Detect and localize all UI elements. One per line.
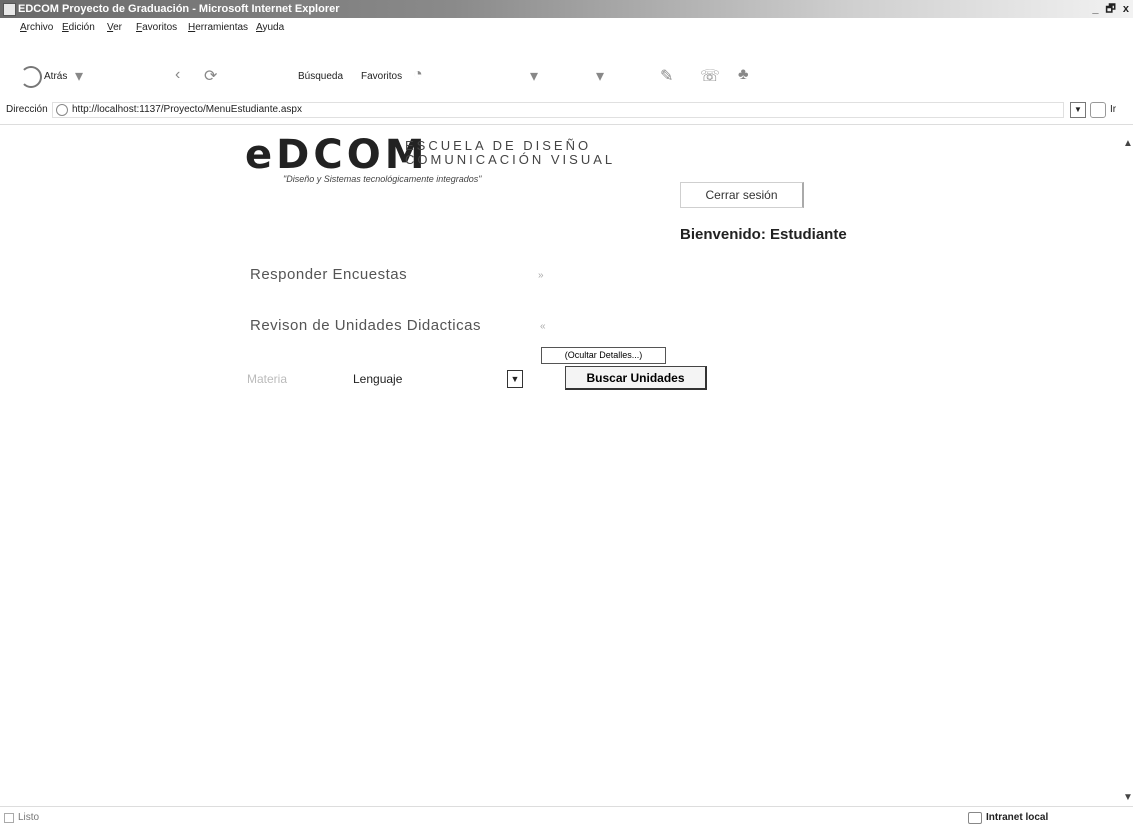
- menu-herramientas[interactable]: Herramientas: [188, 19, 248, 37]
- subject-label: Materia: [247, 372, 288, 386]
- discuss-icon[interactable]: ☏: [700, 66, 720, 86]
- surveys-link[interactable]: Responder Encuestas: [250, 266, 407, 283]
- search-button[interactable]: Búsqueda: [298, 71, 343, 82]
- expand-icon[interactable]: »: [538, 270, 544, 281]
- chevron-down-icon[interactable]: ▼: [507, 370, 523, 388]
- intranet-icon: [968, 812, 982, 824]
- vertical-scrollbar[interactable]: ▲ ▼: [1123, 130, 1133, 810]
- logo-brand: eDCOM: [245, 132, 429, 178]
- mail-dropdown-icon[interactable]: ▾: [530, 66, 538, 86]
- window-title: EDCOM Proyecto de Graduación - Microsoft…: [18, 3, 340, 15]
- ie-icon: [3, 3, 16, 16]
- status-bar: Listo Intranet local: [0, 808, 1133, 826]
- refresh-icon[interactable]: ⟳: [204, 66, 217, 86]
- back-button[interactable]: Atrás: [44, 71, 67, 82]
- menu-bar: Archivo Edición Ver Favoritos Herramient…: [0, 19, 1133, 37]
- page-icon: [56, 104, 68, 116]
- toolbar: Atrás ▾ ‹ ⟳ Búsqueda Favoritos ◔ ▾ ▾ ✎ ☏…: [0, 62, 1133, 92]
- menu-archivo[interactable]: Archivo: [20, 19, 53, 37]
- messenger-icon[interactable]: ♣: [738, 66, 749, 84]
- logo-school: ESCUELA DE DISEÑO COMUNICACIÓN VISUAL: [405, 139, 615, 167]
- page-status-icon: [4, 813, 14, 823]
- logout-button[interactable]: Cerrar sesión: [680, 182, 804, 208]
- edit-icon[interactable]: ✎: [660, 66, 673, 86]
- window-controls[interactable]: _ 🗗 x: [1092, 0, 1131, 18]
- subject-value[interactable]: Lenguaje: [353, 372, 402, 386]
- search-units-button[interactable]: Buscar Unidades: [565, 366, 707, 390]
- address-value[interactable]: http://localhost:1137/Proyecto/MenuEstud…: [72, 104, 302, 115]
- status-text: Listo: [18, 812, 40, 823]
- menu-ver[interactable]: Ver: [107, 19, 122, 37]
- collapse-icon[interactable]: «: [540, 321, 546, 332]
- menu-ayuda[interactable]: Ayuda: [256, 19, 284, 37]
- units-link[interactable]: Revison de Unidades Didacticas: [250, 317, 481, 334]
- back-dropdown-icon[interactable]: ▾: [75, 66, 83, 86]
- back-arrow-icon[interactable]: [20, 66, 42, 88]
- address-bar: Dirección http://localhost:1137/Proyecto…: [0, 100, 1133, 120]
- status-divider: [0, 806, 1133, 807]
- security-zone: Intranet local: [986, 812, 1049, 823]
- address-label: Dirección: [6, 104, 48, 115]
- scroll-up-icon[interactable]: ▲: [1123, 138, 1133, 149]
- favorites-button[interactable]: Favoritos: [361, 71, 402, 82]
- scroll-down-icon[interactable]: ▼: [1123, 792, 1133, 803]
- forward-icon[interactable]: ‹: [175, 66, 180, 84]
- logo-school-line1: ESCUELA DE DISEÑO: [405, 138, 592, 153]
- address-divider: [0, 124, 1133, 125]
- history-icon[interactable]: ◔: [413, 66, 423, 84]
- logo-tagline: "Diseño y Sistemas tecnológicamente inte…: [283, 174, 482, 184]
- menu-edicion[interactable]: Edición: [62, 19, 95, 37]
- go-arrow-icon[interactable]: [1090, 102, 1106, 118]
- window-title-bar: EDCOM Proyecto de Graduación - Microsoft…: [0, 0, 1133, 18]
- print-dropdown-icon[interactable]: ▾: [596, 66, 604, 86]
- go-button[interactable]: Ir: [1110, 104, 1116, 115]
- subject-select[interactable]: Lenguaje ▼: [345, 368, 525, 390]
- hide-details-button[interactable]: (Ocultar Detalles...): [541, 347, 666, 364]
- address-dropdown-icon[interactable]: ▼: [1070, 102, 1086, 118]
- menu-favoritos[interactable]: Favoritos: [136, 19, 177, 37]
- welcome-message: Bienvenido: Estudiante: [680, 226, 847, 243]
- edcom-logo: eDCOM ESCUELA DE DISEÑO COMUNICACIÓN VIS…: [245, 132, 612, 184]
- logo-school-line2: COMUNICACIÓN VISUAL: [405, 152, 616, 167]
